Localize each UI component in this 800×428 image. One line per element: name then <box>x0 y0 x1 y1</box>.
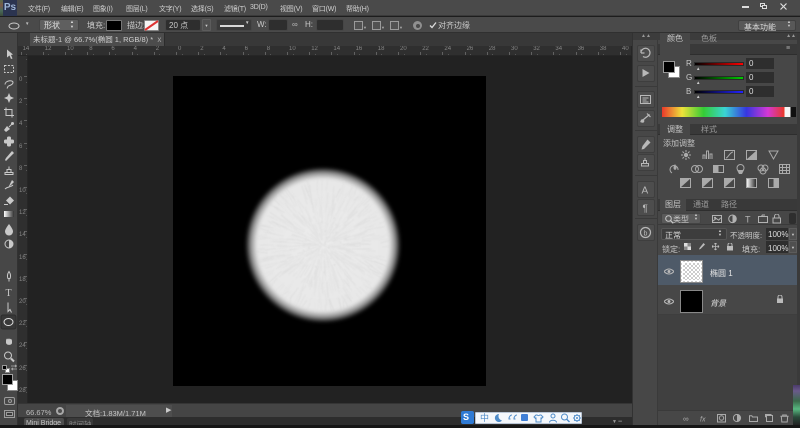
svg-text:T: T <box>6 288 12 299</box>
svg-text:¶: ¶ <box>643 204 648 215</box>
svg-text:A: A <box>642 186 649 197</box>
svg-text:T: T <box>745 215 751 225</box>
svg-text:∞: ∞ <box>683 415 689 424</box>
svg-text:fx: fx <box>700 417 706 424</box>
svg-text:b: b <box>644 231 648 238</box>
